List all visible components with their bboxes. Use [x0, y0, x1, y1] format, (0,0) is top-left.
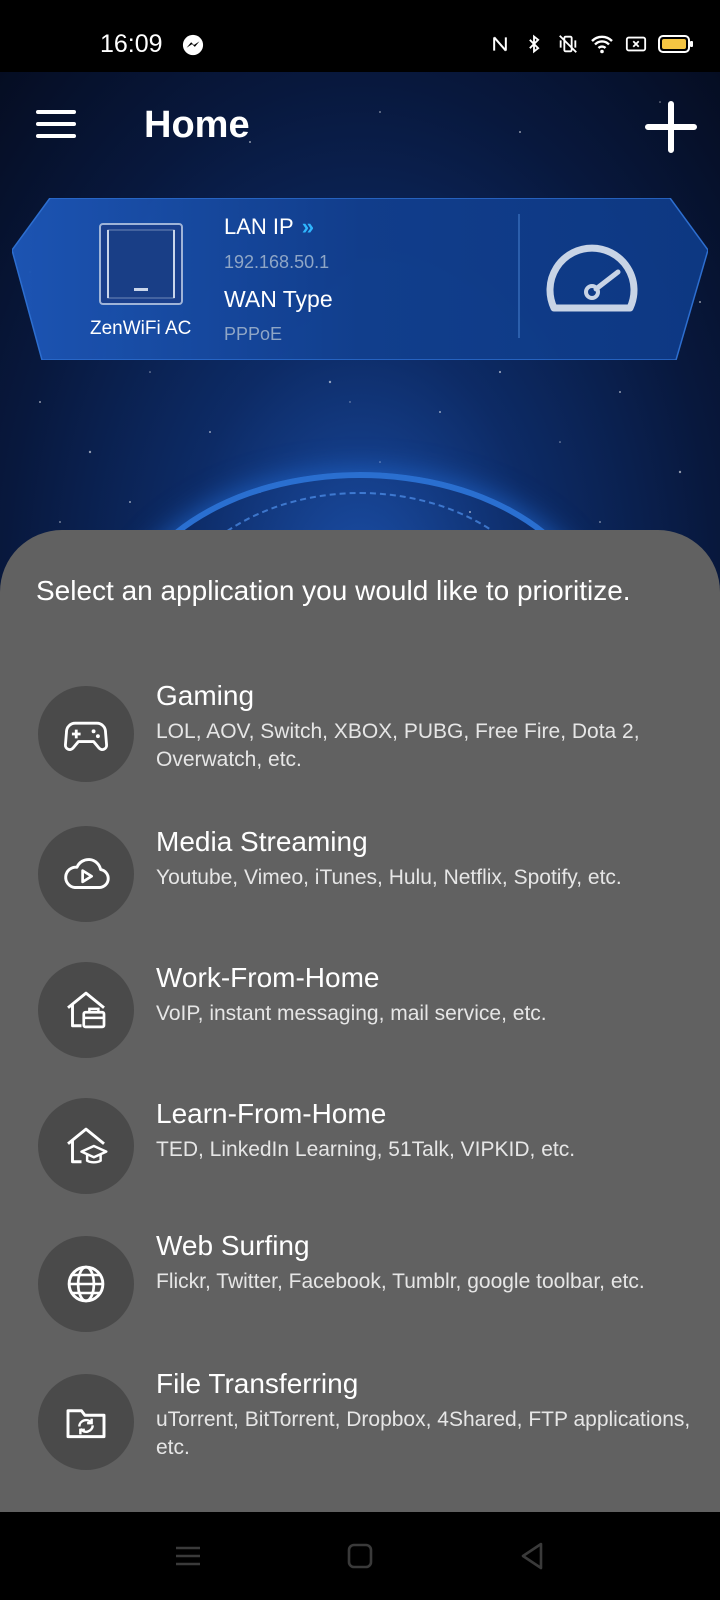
app-description: Flickr, Twitter, Facebook, Tumblr, googl… [156, 1270, 645, 1293]
gamepad-icon [38, 686, 134, 782]
bluetooth-icon [522, 32, 546, 56]
app-description: TED, LinkedIn Learning, 51Talk, VIPKID, … [156, 1138, 576, 1161]
screen: 16:09 Home ZenWiFi AC LAN IP » 192.168.5… [0, 0, 720, 1600]
page-title: Home [144, 104, 250, 146]
double-chevron-right-icon: » [301, 214, 314, 239]
app-name: Gaming [156, 680, 255, 711]
list-item-file-transferring[interactable]: File Transferring uTorrent, BitTorrent, … [0, 1368, 720, 1484]
app-name: Media Streaming [156, 826, 368, 857]
app-description: LOL, AOV, Switch, XBOX, PUBG, Free Fire,… [156, 720, 640, 771]
wan-type-value: PPPoE [224, 324, 283, 344]
nfc-icon [488, 32, 512, 56]
lan-ip-value: 192.168.50.1 [224, 252, 330, 272]
app-name: Web Surfing [156, 1230, 310, 1261]
app-description: VoIP, instant messaging, mail service, e… [156, 1002, 547, 1025]
close-box-icon [624, 32, 648, 56]
cloud-play-icon [38, 826, 134, 922]
sheet-title: Select an application you would like to … [36, 575, 631, 606]
router-name: ZenWiFi AC [90, 318, 192, 339]
back-icon[interactable] [516, 1540, 548, 1572]
vibrate-icon [556, 32, 580, 56]
router-device-icon [99, 223, 183, 305]
recent-apps-icon[interactable] [172, 1540, 204, 1572]
wan-type-label: WAN Type [224, 286, 333, 312]
lan-ip-label[interactable]: LAN IP » [224, 214, 314, 240]
lan-ip-label-text: LAN IP [224, 214, 294, 239]
status-bar: 16:09 [0, 0, 720, 72]
app-description: uTorrent, BitTorrent, Dropbox, 4Shared, … [156, 1408, 691, 1459]
status-time: 16:09 [100, 30, 163, 58]
home-graduation-icon [38, 1098, 134, 1194]
list-item-web-surfing[interactable]: Web Surfing Flickr, Twitter, Facebook, T… [0, 1230, 720, 1346]
plus-icon[interactable] [644, 100, 698, 154]
speedometer-icon[interactable] [542, 240, 642, 316]
folder-sync-icon [38, 1374, 134, 1470]
wifi-icon [590, 32, 614, 56]
app-name: Learn-From-Home [156, 1098, 387, 1129]
home-briefcase-icon [38, 962, 134, 1058]
list-item-media-streaming[interactable]: Media Streaming Youtube, Vimeo, iTunes, … [0, 826, 720, 936]
list-item-learn-from-home[interactable]: Learn-From-Home TED, LinkedIn Learning, … [0, 1098, 720, 1208]
card-divider [518, 214, 520, 338]
navigation-bar [0, 1512, 720, 1600]
list-item-work-from-home[interactable]: Work-From-Home VoIP, instant messaging, … [0, 962, 720, 1072]
globe-icon [38, 1236, 134, 1332]
hamburger-menu-icon[interactable] [36, 110, 76, 142]
app-name: File Transferring [156, 1368, 359, 1399]
app-name: Work-From-Home [156, 962, 380, 993]
home-icon[interactable] [344, 1540, 376, 1572]
app-description: Youtube, Vimeo, iTunes, Hulu, Netflix, S… [156, 866, 622, 889]
messenger-icon [182, 34, 204, 56]
list-item-gaming[interactable]: Gaming LOL, AOV, Switch, XBOX, PUBG, Fre… [0, 680, 720, 790]
status-icons [488, 32, 694, 56]
battery-icon [658, 32, 694, 56]
